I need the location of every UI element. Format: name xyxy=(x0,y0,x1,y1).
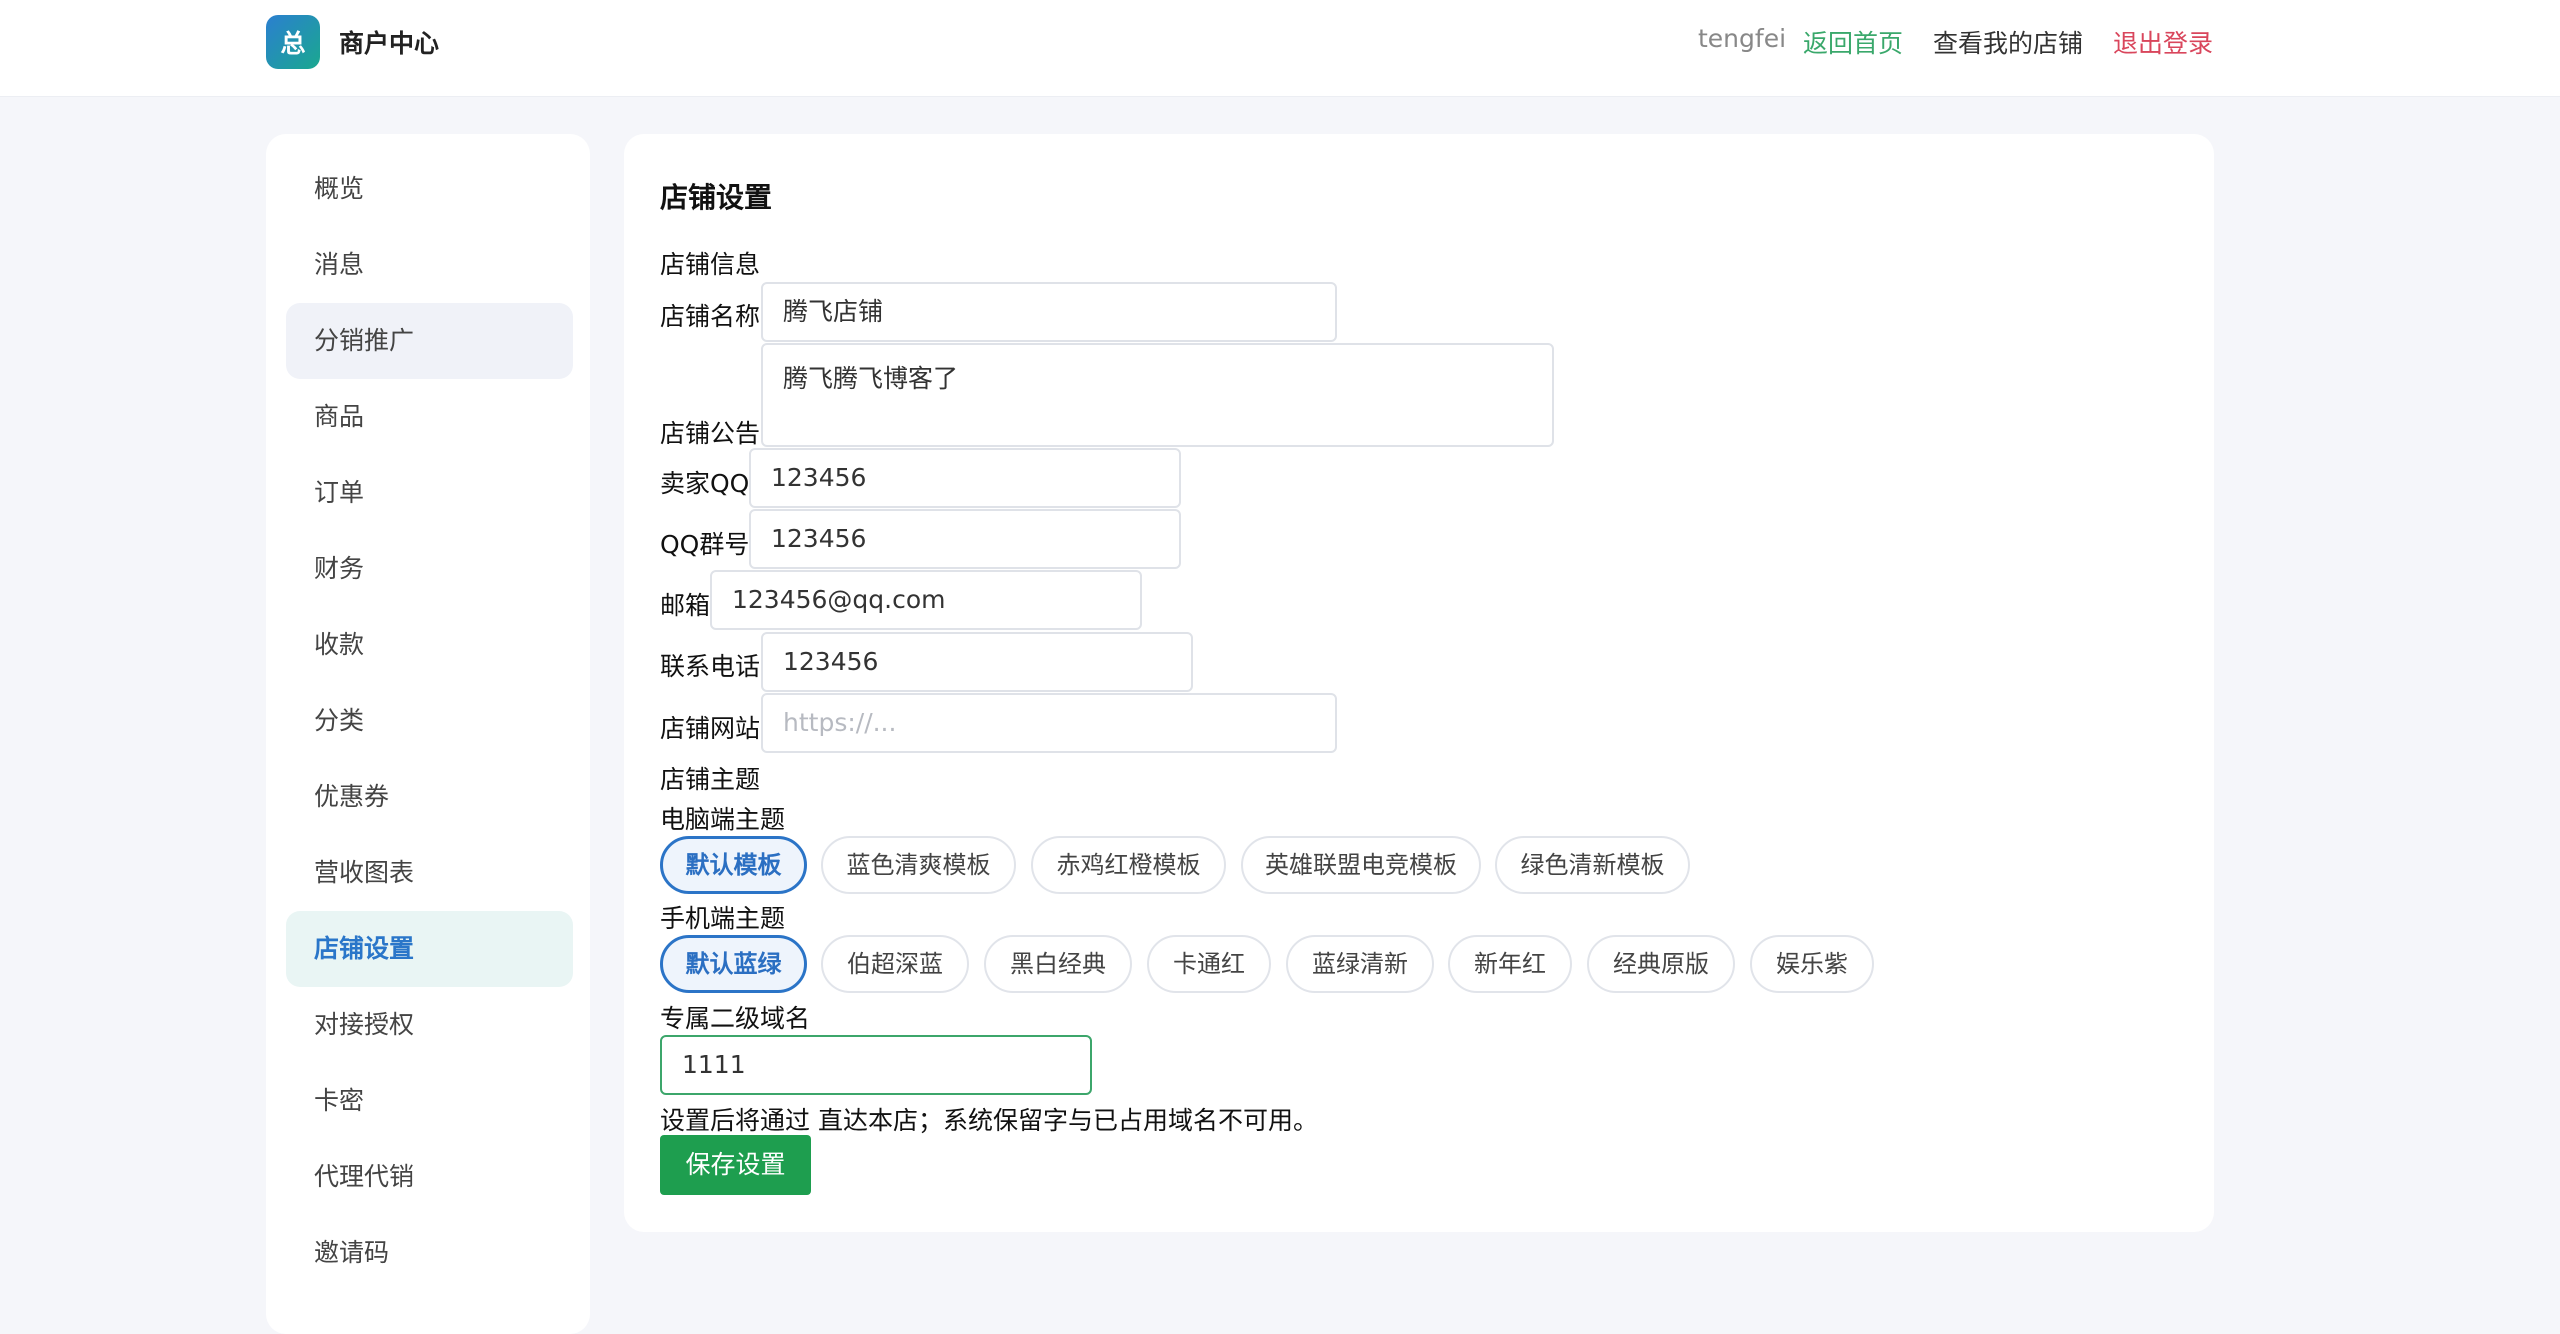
qq-group-label: QQ群号 xyxy=(660,530,750,559)
email-input[interactable]: 123456@qq.com xyxy=(710,570,1142,630)
announcement-label: 店铺公告 xyxy=(660,419,761,448)
mobile-theme-default[interactable]: 默认蓝绿 xyxy=(660,935,807,993)
subdomain-label: 专属二级域名 xyxy=(660,1004,811,1033)
qq-group-input[interactable]: 123456 xyxy=(749,509,1181,569)
home-link[interactable]: 返回首页 xyxy=(1803,24,1903,60)
top-bar: 总 商户中心 tengfei 返回首页 查看我的店铺 退出登录 xyxy=(0,0,2560,97)
seller-qq-input[interactable]: 123456 xyxy=(749,448,1181,508)
sidebar-item-distribution[interactable]: 分销推广 xyxy=(286,303,573,379)
pc-theme-red-orange[interactable]: 赤鸡红橙模板 xyxy=(1031,836,1226,894)
sidebar-item-payments[interactable]: 收款 xyxy=(286,607,573,683)
sidebar-item-coupons[interactable]: 优惠券 xyxy=(286,759,573,835)
sidebar-item-overview[interactable]: 概览 xyxy=(286,151,573,227)
store-name-label: 店铺名称 xyxy=(660,302,761,331)
mobile-theme-new-year-red[interactable]: 新年红 xyxy=(1448,935,1572,993)
website-label: 店铺网站 xyxy=(660,714,761,743)
subdomain-input[interactable]: 1111 xyxy=(660,1035,1092,1095)
pc-theme-green[interactable]: 绿色清新模板 xyxy=(1495,836,1690,894)
page-title: 店铺设置 xyxy=(660,181,773,214)
email-label: 邮箱 xyxy=(660,591,711,620)
mobile-theme-purple[interactable]: 娱乐紫 xyxy=(1750,935,1874,993)
sidebar-item-revenue-chart[interactable]: 营收图表 xyxy=(286,835,573,911)
section-store-info: 店铺信息 xyxy=(660,250,761,279)
phone-input[interactable]: 123456 xyxy=(761,632,1193,692)
seller-qq-label: 卖家QQ xyxy=(660,469,750,498)
store-name-input[interactable]: 腾飞店铺 xyxy=(761,282,1337,342)
pc-theme-lol-esports[interactable]: 英雄联盟电竞模板 xyxy=(1241,836,1481,894)
save-settings-button[interactable]: 保存设置 xyxy=(660,1135,811,1195)
sidebar-item-invite-codes[interactable]: 邀请码 xyxy=(286,1215,573,1291)
sidebar-item-api-auth[interactable]: 对接授权 xyxy=(286,987,573,1063)
username-label: tengfei xyxy=(1698,24,1787,53)
website-input[interactable]: https://... xyxy=(761,693,1337,753)
mobile-theme-classic[interactable]: 经典原版 xyxy=(1587,935,1735,993)
app-title: 商户中心 xyxy=(339,29,440,58)
subdomain-hint: 设置后将通过 直达本店；系统保留字与已占用域名不可用。 xyxy=(660,1106,1318,1135)
view-store-link[interactable]: 查看我的店铺 xyxy=(1933,24,2083,60)
logout-link[interactable]: 退出登录 xyxy=(2113,24,2213,60)
sidebar-item-agency[interactable]: 代理代销 xyxy=(286,1139,573,1215)
mobile-theme-deep-blue[interactable]: 伯超深蓝 xyxy=(821,935,969,993)
sidebar-item-store-settings[interactable]: 店铺设置 xyxy=(286,911,573,987)
sidebar-item-categories[interactable]: 分类 xyxy=(286,683,573,759)
sidebar-item-card-keys[interactable]: 卡密 xyxy=(286,1063,573,1139)
logo-icon: 总 xyxy=(266,15,320,69)
mobile-theme-fresh-blue-green[interactable]: 蓝绿清新 xyxy=(1286,935,1434,993)
sidebar-item-messages[interactable]: 消息 xyxy=(286,227,573,303)
mobile-theme-black-white[interactable]: 黑白经典 xyxy=(984,935,1132,993)
pc-theme-label: 电脑端主题 xyxy=(660,805,786,834)
sidebar-item-finance[interactable]: 财务 xyxy=(286,531,573,607)
announcement-textarea[interactable]: 腾飞腾飞博客了 xyxy=(761,343,1554,447)
mobile-theme-cartoon-red[interactable]: 卡通红 xyxy=(1147,935,1271,993)
phone-label: 联系电话 xyxy=(660,652,761,681)
sidebar-item-products[interactable]: 商品 xyxy=(286,379,573,455)
pc-theme-default[interactable]: 默认模板 xyxy=(660,836,807,894)
section-store-theme: 店铺主题 xyxy=(660,765,761,794)
pc-theme-blue[interactable]: 蓝色清爽模板 xyxy=(821,836,1016,894)
mobile-theme-label: 手机端主题 xyxy=(660,904,786,933)
sidebar-item-orders[interactable]: 订单 xyxy=(286,455,573,531)
